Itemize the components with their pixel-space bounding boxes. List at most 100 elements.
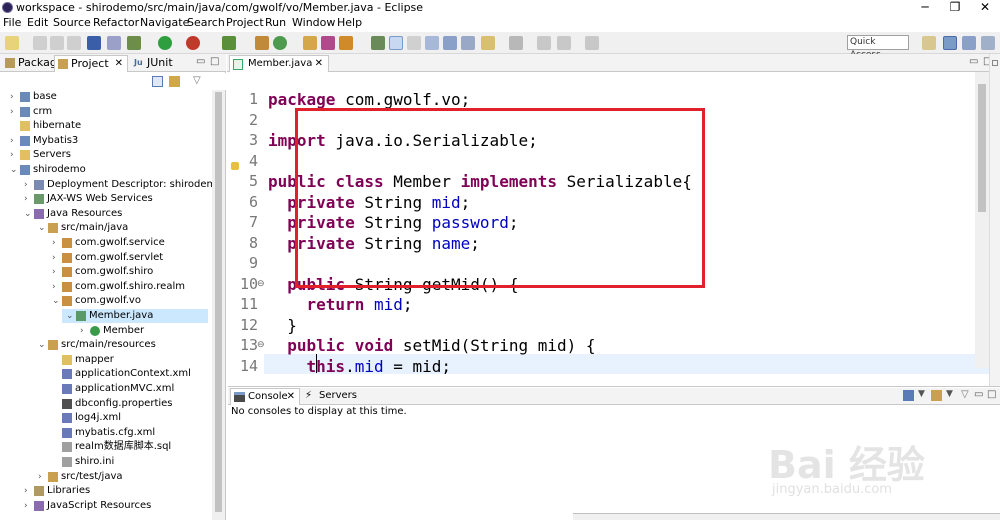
- tree-item[interactable]: › com.gwolf.servlet: [48, 251, 208, 265]
- view-menu-icon[interactable]: ▽: [961, 389, 969, 400]
- save-icon[interactable]: [33, 36, 47, 50]
- debug-perspective-icon[interactable]: [981, 36, 995, 50]
- tree-item[interactable]: ⌄ Java Resources: [20, 207, 208, 221]
- expand-toggle-icon[interactable]: ⌄: [38, 338, 46, 352]
- tree-item[interactable]: › Mybatis3: [6, 134, 208, 148]
- annotation-icon[interactable]: [371, 36, 385, 50]
- terminal-icon[interactable]: [87, 36, 101, 50]
- expand-toggle-icon[interactable]: ›: [10, 90, 18, 104]
- expand-toggle-icon[interactable]: ›: [52, 280, 60, 294]
- tree-item[interactable]: log4j.xml: [48, 411, 208, 425]
- expand-toggle-icon[interactable]: ›: [24, 484, 32, 498]
- editor-scroll-thumb[interactable]: [978, 84, 986, 212]
- tree-item[interactable]: hibernate: [6, 119, 208, 133]
- fold-toggle-icon[interactable]: ⊖: [257, 340, 265, 350]
- code-line[interactable]: this.mid = mid;: [268, 357, 452, 377]
- tab-console[interactable]: Console ✕: [230, 388, 300, 405]
- close-button[interactable]: ✕: [970, 0, 1000, 16]
- maximize-panel-icon[interactable]: □: [210, 56, 219, 67]
- console-dropdown-icon[interactable]: ▼: [918, 389, 925, 399]
- menu-refactor[interactable]: Refactor: [93, 16, 139, 29]
- tree-scrollbar[interactable]: [212, 90, 225, 520]
- block-select-icon[interactable]: [407, 36, 421, 50]
- new-class-icon[interactable]: [273, 36, 287, 50]
- minimize-button[interactable]: ─: [910, 0, 940, 16]
- tab-package-explorer[interactable]: Packag: [2, 55, 57, 72]
- tree-item[interactable]: ⌄ com.gwolf.vo: [48, 294, 208, 308]
- expand-toggle-icon[interactable]: ⌄: [24, 207, 32, 221]
- tree-item[interactable]: ⌄ src/main/java: [34, 221, 208, 235]
- menu-help[interactable]: Help: [337, 16, 362, 29]
- collapse-all-icon[interactable]: [152, 76, 163, 87]
- maximize-console-icon[interactable]: □: [987, 389, 996, 400]
- expand-toggle-icon[interactable]: ›: [52, 251, 60, 265]
- open-perspective-icon[interactable]: [922, 36, 936, 50]
- tree-item[interactable]: › com.gwolf.service: [48, 236, 208, 250]
- open-console-dropdown-icon[interactable]: ▼: [946, 389, 953, 399]
- expand-toggle-icon[interactable]: ⌄: [38, 221, 46, 235]
- warning-marker-icon[interactable]: [231, 162, 239, 170]
- close-console-tab-icon[interactable]: ✕: [287, 389, 295, 405]
- tree-item[interactable]: › Member: [76, 324, 208, 338]
- expand-toggle-icon[interactable]: ›: [10, 105, 18, 119]
- tree-item[interactable]: › com.gwolf.shiro: [48, 265, 208, 279]
- expand-toggle-icon[interactable]: ⌄: [66, 309, 74, 323]
- tree-item[interactable]: mybatis.cfg.xml: [48, 426, 208, 440]
- tab-servers[interactable]: ⚡ Servers: [302, 388, 364, 405]
- close-tab-icon[interactable]: ✕: [115, 56, 123, 72]
- expand-toggle-icon[interactable]: ›: [52, 265, 60, 279]
- tree-item[interactable]: applicationMVC.xml: [48, 382, 208, 396]
- prev-annotation-icon[interactable]: [509, 36, 523, 50]
- tree-item[interactable]: › base: [6, 90, 208, 104]
- back-icon[interactable]: [557, 36, 571, 50]
- tree-item[interactable]: mapper: [48, 353, 208, 367]
- menu-file[interactable]: File: [3, 16, 21, 29]
- editor-tab-member-java[interactable]: Member.java ✕: [229, 55, 329, 72]
- code-line[interactable]: public void setMid(String mid) {: [268, 336, 595, 356]
- restore-icon[interactable]: [992, 60, 998, 66]
- maximize-button[interactable]: ❐: [940, 0, 970, 16]
- code-line[interactable]: package com.gwolf.vo;: [268, 90, 470, 110]
- expand-toggle-icon[interactable]: ›: [38, 470, 46, 484]
- tree-item[interactable]: › com.gwolf.shiro.realm: [48, 280, 208, 294]
- quick-access-input[interactable]: Quick Access: [847, 35, 909, 60]
- menu-source[interactable]: Source: [53, 16, 91, 29]
- display-console-icon[interactable]: [903, 390, 914, 401]
- minimize-panel-icon[interactable]: ▭: [196, 56, 205, 67]
- tree-item[interactable]: › Libraries: [20, 484, 208, 498]
- run-icon[interactable]: [158, 36, 172, 50]
- pilcrow-icon[interactable]: [461, 36, 475, 50]
- minimize-editor-icon[interactable]: ▭: [969, 56, 978, 67]
- new-icon[interactable]: [5, 36, 19, 50]
- tab-junit[interactable]: Ju JUnit: [131, 55, 177, 72]
- debug-icon[interactable]: [127, 36, 141, 50]
- print-icon[interactable]: [67, 36, 81, 50]
- tree-item[interactable]: › JAX-WS Web Services: [20, 192, 208, 206]
- word-wrap-icon[interactable]: [425, 36, 439, 50]
- tree-item[interactable]: › Servers: [6, 148, 208, 162]
- link-with-editor-icon[interactable]: [169, 76, 180, 87]
- panel-menu-icon[interactable]: ▽: [193, 75, 201, 86]
- expand-toggle-icon[interactable]: ›: [52, 236, 60, 250]
- expand-toggle-icon[interactable]: ›: [24, 192, 32, 206]
- tree-item[interactable]: ⌄ Member.java: [62, 309, 208, 323]
- minimize-console-icon[interactable]: ▭: [974, 389, 983, 400]
- show-whitespace-icon[interactable]: [443, 36, 457, 50]
- skip-breakpoints-icon[interactable]: [107, 36, 121, 50]
- tab-project-explorer[interactable]: Project ✕: [54, 55, 128, 72]
- expand-toggle-icon[interactable]: ›: [24, 178, 32, 192]
- tree-item[interactable]: shiro.ini: [48, 455, 208, 469]
- tree-scroll-thumb[interactable]: [215, 92, 222, 512]
- tree-item[interactable]: › JavaScript Resources: [20, 499, 208, 513]
- mark-occurrences-icon[interactable]: [339, 36, 353, 50]
- tree-item[interactable]: › Deployment Descriptor: shirodemo: [20, 178, 212, 192]
- toggle-highlight-icon[interactable]: [389, 36, 403, 50]
- tree-item[interactable]: › src/test/java: [34, 470, 208, 484]
- expand-toggle-icon[interactable]: ›: [10, 134, 18, 148]
- tree-item[interactable]: dbconfig.properties: [48, 397, 208, 411]
- expand-toggle-icon[interactable]: ›: [10, 148, 18, 162]
- save-all-icon[interactable]: [50, 36, 64, 50]
- expand-toggle-icon[interactable]: ›: [80, 324, 88, 338]
- next-annotation-icon[interactable]: [481, 36, 495, 50]
- menu-window[interactable]: Window: [292, 16, 335, 29]
